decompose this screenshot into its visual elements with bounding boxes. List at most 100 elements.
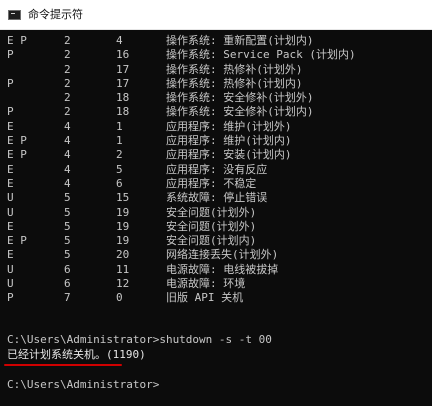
reason-major: 2 (64, 76, 71, 90)
reason-row: P 7 0 旧版 API 关机 (0, 291, 432, 305)
reason-major: 5 (64, 191, 71, 205)
reason-row: U 6 12 电源故障: 环境 (0, 277, 432, 291)
reason-title: 操作系统: 热修补(计划内) (166, 76, 303, 90)
reason-type: U (7, 262, 14, 276)
reason-major: 2 (64, 105, 71, 119)
reason-title: 操作系统: 热修补(计划外) (166, 62, 303, 76)
console-output[interactable]: E P 2 4 操作系统: 重新配置(计划内) P 2 16 操作系统: Service Pa… (0, 30, 432, 406)
reason-title: 安全问题(计划外) (166, 205, 257, 219)
reason-minor: 17 (116, 76, 130, 90)
reason-row: U 5 15 系统故障: 停止错误 (0, 191, 432, 205)
reason-major: 4 (64, 148, 71, 162)
reason-minor: 18 (116, 91, 130, 105)
reason-type: U (7, 191, 14, 205)
reason-minor: 11 (116, 262, 130, 276)
reason-minor: 1 (116, 119, 123, 133)
reason-minor: 19 (116, 234, 130, 248)
reason-row: P 2 16 操作系统: Service Pack (计划内) (0, 48, 432, 62)
reason-minor: 2 (116, 148, 123, 162)
title-bar[interactable]: 命令提示符 (0, 0, 432, 30)
reason-type: P (7, 105, 14, 119)
reason-major: 2 (64, 34, 71, 47)
reason-title: 应用程序: 不稳定 (166, 176, 257, 190)
reason-type: P (7, 48, 14, 62)
reason-minor: 1 (116, 134, 123, 148)
reason-type: P (7, 291, 14, 305)
reason-title: 系统故障: 停止错误 (166, 191, 268, 205)
reason-minor: 12 (116, 277, 130, 291)
reason-row: 2 18 操作系统: 安全修补(计划外) (0, 91, 432, 105)
reason-row: E 5 20 网络连接丢失(计划外) (0, 248, 432, 262)
reason-title: 操作系统: 安全修补(计划外) (166, 91, 314, 105)
reason-minor: 16 (116, 48, 130, 62)
reason-type: E P (7, 234, 27, 248)
reason-row: E 4 5 应用程序: 没有反应 (0, 163, 432, 177)
reason-minor: 18 (116, 105, 130, 119)
reason-title: 应用程序: 安装(计划内) (166, 148, 292, 162)
reason-type: P (7, 76, 14, 90)
reason-major: 2 (64, 91, 71, 105)
reason-type: E (7, 176, 14, 190)
reason-major: 6 (64, 262, 71, 276)
reason-type: U (7, 205, 14, 219)
reason-title: 电源故障: 环境 (166, 277, 246, 291)
reason-title: 操作系统: 重新配置(计划内) (166, 34, 314, 47)
reason-minor: 5 (116, 162, 123, 176)
reason-major: 2 (64, 62, 71, 76)
reason-minor: 4 (116, 34, 123, 47)
reason-major: 5 (64, 234, 71, 248)
reason-major: 4 (64, 119, 71, 133)
command-output: 已经计划系统关机。(1190) (7, 348, 146, 361)
command-line: C:\Users\Administrator>shutdown -s -t 00 (7, 333, 272, 346)
reason-minor: 15 (116, 191, 130, 205)
reason-row: E 5 19 安全问题(计划外) (0, 220, 432, 234)
reason-row: 2 17 操作系统: 热修补(计划外) (0, 63, 432, 77)
reason-type: E P (7, 148, 27, 162)
reason-row: P 2 17 操作系统: 热修补(计划内) (0, 77, 432, 91)
reason-type: E (7, 219, 14, 233)
reason-minor: 20 (116, 248, 130, 262)
reason-title: 应用程序: 没有反应 (166, 162, 268, 176)
reason-minor: 19 (116, 219, 130, 233)
window-title: 命令提示符 (28, 8, 83, 21)
cmd-icon (8, 10, 21, 20)
reason-major: 4 (64, 176, 71, 190)
reason-title: 安全问题(计划外) (166, 219, 257, 233)
reason-row: E 4 6 应用程序: 不稳定 (0, 177, 432, 191)
reason-title: 操作系统: Service Pack (计划内) (166, 48, 356, 62)
reason-row: E P 2 4 操作系统: 重新配置(计划内) (0, 34, 432, 48)
reason-row: E 4 1 应用程序: 维护(计划外) (0, 120, 432, 134)
reason-row: E P 4 2 应用程序: 安装(计划内) (0, 148, 432, 162)
reason-type: E (7, 162, 14, 176)
reason-row: E P 4 1 应用程序: 维护(计划内) (0, 134, 432, 148)
shutdown-reason-table: E P 2 4 操作系统: 重新配置(计划内) P 2 16 操作系统: Service Pa… (0, 34, 432, 306)
reason-type: E P (7, 34, 27, 47)
reason-row: U 6 11 电源故障: 电线被拔掉 (0, 263, 432, 277)
reason-minor: 19 (116, 205, 130, 219)
reason-row: E P 5 19 安全问题(计划内) (0, 234, 432, 248)
reason-type: E (7, 119, 14, 133)
reason-type: E (7, 248, 14, 262)
reason-title: 电源故障: 电线被拔掉 (166, 262, 279, 276)
reason-major: 7 (64, 291, 71, 305)
reason-row: U 5 19 安全问题(计划外) (0, 206, 432, 220)
reason-type: U (7, 277, 14, 291)
reason-major: 2 (64, 48, 71, 62)
reason-minor: 17 (116, 62, 130, 76)
reason-minor: 0 (116, 291, 123, 305)
command-prompt[interactable]: C:\Users\Administrator> (7, 378, 159, 392)
reason-major: 5 (64, 219, 71, 233)
reason-title: 应用程序: 维护(计划外) (166, 119, 292, 133)
reason-title: 安全问题(计划内) (166, 234, 257, 248)
reason-row: P 2 18 操作系统: 安全修补(计划内) (0, 105, 432, 119)
command-prompt-window: 命令提示符 E P 2 4 操作系统: 重新配置(计划内) P 2 16 操作系统: Serv… (0, 0, 432, 406)
reason-major: 5 (64, 248, 71, 262)
reason-title: 操作系统: 安全修补(计划内) (166, 105, 314, 119)
reason-title: 应用程序: 维护(计划内) (166, 134, 292, 148)
reason-major: 6 (64, 277, 71, 291)
reason-major: 4 (64, 134, 71, 148)
reason-title: 网络连接丢失(计划外) (166, 248, 279, 262)
reason-minor: 6 (116, 176, 123, 190)
reason-type: E P (7, 134, 27, 148)
reason-major: 5 (64, 205, 71, 219)
